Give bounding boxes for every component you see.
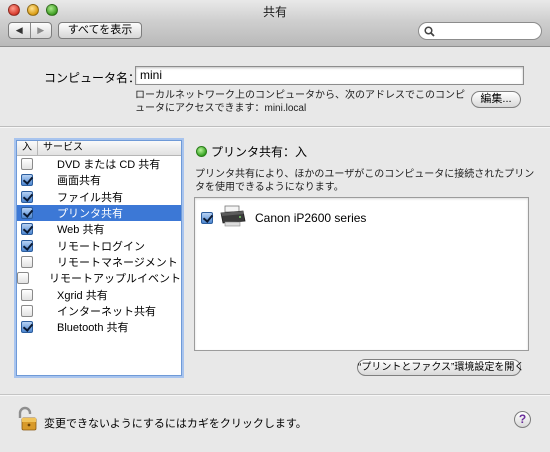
service-label: プリンタ共有 bbox=[57, 208, 123, 221]
service-row[interactable]: インターネット共有 bbox=[17, 303, 181, 319]
status-indicator-icon bbox=[196, 146, 207, 157]
section-divider bbox=[0, 126, 550, 128]
service-row[interactable]: Bluetooth 共有 bbox=[17, 319, 181, 335]
service-row[interactable]: DVD または CD 共有 bbox=[17, 156, 181, 172]
service-row[interactable]: Xgrid 共有 bbox=[17, 286, 181, 302]
service-checkbox[interactable] bbox=[21, 304, 33, 317]
service-checkbox-cell bbox=[17, 288, 37, 301]
service-checkbox[interactable] bbox=[21, 321, 33, 334]
title-bar: 共有 ◀ ▶ すべてを表示 bbox=[0, 0, 550, 47]
service-label: リモートマネージメント bbox=[57, 256, 178, 269]
forward-button[interactable]: ▶ bbox=[29, 23, 52, 38]
back-forward-control: ◀ ▶ bbox=[8, 22, 52, 39]
printer-row[interactable]: Canon iP2600 series bbox=[201, 204, 366, 231]
service-checkbox-cell bbox=[17, 255, 37, 268]
service-checkbox-cell bbox=[17, 207, 37, 220]
service-checkbox-cell bbox=[17, 190, 37, 203]
service-label: リモートアップルイベント bbox=[49, 273, 181, 286]
column-header-service[interactable]: サービス bbox=[38, 141, 83, 155]
service-checkbox-cell bbox=[17, 174, 37, 187]
window-title: 共有 bbox=[262, 5, 287, 19]
computer-name-field[interactable]: mini bbox=[135, 66, 524, 85]
service-label: Bluetooth 共有 bbox=[57, 322, 129, 335]
service-checkbox[interactable] bbox=[21, 223, 33, 236]
service-checkbox[interactable] bbox=[17, 272, 29, 285]
service-label: インターネット共有 bbox=[57, 305, 156, 318]
printer-share-checkbox[interactable] bbox=[201, 211, 213, 224]
service-checkbox[interactable] bbox=[21, 288, 33, 301]
service-label: ファイル共有 bbox=[57, 191, 123, 204]
service-checkbox-cell bbox=[17, 321, 37, 334]
search-icon bbox=[424, 26, 435, 40]
printer-icon bbox=[219, 204, 247, 231]
computer-name-description: ローカルネットワーク上のコンピュータから、次のアドレスでこのコンピュータにアクセ… bbox=[135, 90, 465, 114]
lock-icon[interactable] bbox=[16, 406, 38, 435]
service-checkbox-cell bbox=[17, 272, 29, 285]
service-row[interactable]: 画面共有 bbox=[17, 172, 181, 188]
edit-button[interactable]: 編集... bbox=[471, 91, 521, 108]
lock-message: 変更できないようにするにはカギをクリックします。 bbox=[44, 418, 307, 430]
service-row[interactable]: リモートアップルイベント bbox=[17, 270, 181, 286]
service-label: Web 共有 bbox=[57, 224, 105, 237]
service-rows: DVD または CD 共有 画面共有ファイル共有 プリンタ共有 Web 共有リモートロ… bbox=[17, 156, 181, 335]
column-header-on[interactable]: 入 bbox=[17, 141, 38, 155]
service-checkbox[interactable] bbox=[21, 255, 33, 268]
help-button[interactable]: ? bbox=[514, 411, 531, 428]
back-button[interactable]: ◀ bbox=[9, 23, 30, 38]
service-row[interactable]: ファイル共有 bbox=[17, 189, 181, 205]
printer-sharing-description: プリンタ共有により、ほかのユーザがこのコンピュータに接続されたプリンタを使用でき… bbox=[195, 169, 535, 193]
printer-name: Canon iP2600 series bbox=[255, 210, 367, 225]
service-checkbox-cell bbox=[17, 223, 37, 236]
open-print-fax-prefs-button[interactable]: “プリントとファクス”環境設定を開く bbox=[357, 359, 524, 376]
printer-list[interactable]: Canon iP2600 series bbox=[194, 197, 529, 351]
service-checkbox-cell bbox=[17, 158, 37, 171]
printer-sharing-status: プリンタ共有：入 bbox=[211, 145, 308, 159]
service-row[interactable]: プリンタ共有 bbox=[17, 204, 181, 222]
service-checkbox[interactable] bbox=[21, 190, 33, 203]
service-checkbox[interactable] bbox=[21, 174, 33, 187]
service-row[interactable]: リモートログイン bbox=[17, 237, 181, 253]
service-checkbox-cell bbox=[17, 304, 37, 317]
service-list[interactable]: 入 サービス DVD または CD 共有 画面共有ファイル共有 プリンタ共有 Web … bbox=[16, 140, 182, 376]
service-row[interactable]: Web 共有 bbox=[17, 221, 181, 237]
service-checkbox[interactable] bbox=[21, 239, 33, 252]
system-preferences-window: 共有 ◀ ▶ すべてを表示 コンピュータ名： mini ローカルネットワーク上の… bbox=[0, 0, 550, 452]
show-all-button[interactable]: すべてを表示 bbox=[58, 22, 142, 39]
service-list-header: 入 サービス bbox=[17, 141, 181, 156]
service-checkbox-cell bbox=[17, 239, 37, 252]
service-label: DVD または CD 共有 bbox=[57, 159, 161, 172]
service-row[interactable]: リモートマネージメント bbox=[17, 254, 181, 270]
service-label: 画面共有 bbox=[57, 175, 101, 188]
computer-name-label: コンピュータ名： bbox=[44, 71, 141, 85]
service-label: リモートログイン bbox=[57, 240, 145, 253]
search-field[interactable] bbox=[418, 22, 542, 40]
service-checkbox[interactable] bbox=[21, 158, 33, 171]
service-checkbox[interactable] bbox=[21, 207, 33, 220]
footer-divider bbox=[0, 394, 550, 396]
service-label: Xgrid 共有 bbox=[57, 289, 108, 302]
